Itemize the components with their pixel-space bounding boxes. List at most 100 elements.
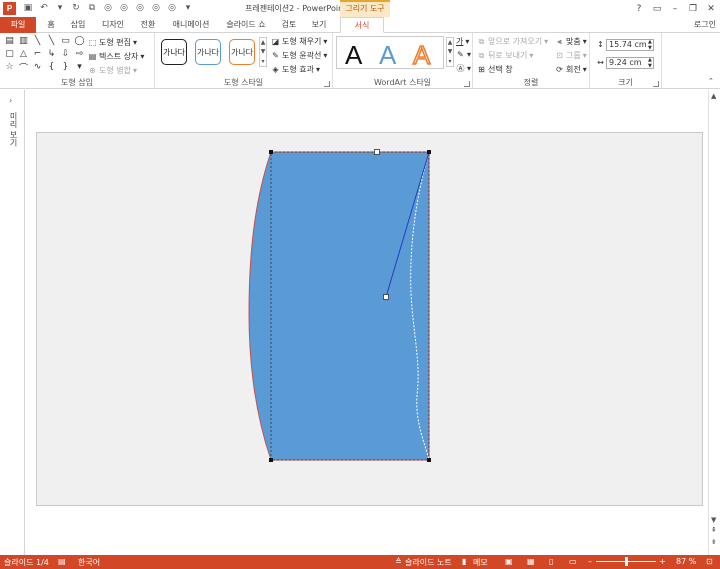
text-fill-button[interactable]: 가 ▾ bbox=[456, 36, 469, 47]
selection-pane-button[interactable]: ⊞ 선택 창 bbox=[477, 64, 512, 75]
line-shape-icon[interactable]: ╲ bbox=[45, 35, 58, 47]
star-shape-icon[interactable]: ☆ bbox=[3, 61, 16, 73]
group-button[interactable]: ⊡ 그룹 ▾ bbox=[555, 50, 587, 61]
tab-review[interactable]: 검토 bbox=[278, 17, 300, 33]
wordart-style-black[interactable]: A bbox=[345, 40, 362, 71]
curve-shape-icon[interactable]: ⌒ bbox=[17, 61, 30, 74]
tab-format[interactable]: 서식 bbox=[340, 17, 384, 33]
zoom-slider-thumb[interactable] bbox=[625, 557, 628, 566]
tab-transitions[interactable]: 전환 bbox=[136, 17, 160, 33]
close-button[interactable]: ✕ bbox=[702, 0, 720, 17]
tab-animations[interactable]: 애니메이션 bbox=[168, 17, 214, 33]
zoom-out-button[interactable]: – bbox=[588, 557, 592, 566]
reading-view-icon[interactable]: ▯ bbox=[549, 557, 553, 566]
align-button[interactable]: ⫷ 맞춤 ▾ bbox=[555, 36, 587, 47]
login-link[interactable]: 로그인 bbox=[694, 19, 716, 30]
vertex-handle[interactable] bbox=[427, 458, 431, 462]
arrow-shape-icon[interactable]: ⇨ bbox=[73, 48, 86, 60]
fit-to-window-icon[interactable]: ⊡ bbox=[706, 557, 713, 566]
dialog-launcher-icon[interactable] bbox=[464, 81, 470, 87]
ribbon-display-icon[interactable]: ▭ bbox=[648, 0, 666, 17]
expand-pane-icon[interactable]: › bbox=[9, 96, 12, 105]
height-spinner-icon[interactable]: ▲ ▼ bbox=[648, 39, 652, 51]
selected-freeform-shape[interactable] bbox=[248, 151, 430, 461]
vertical-scrollbar[interactable]: ▲ ▼ ⇞ ⇟ bbox=[708, 90, 720, 555]
freeform-shape-icon[interactable]: ∿ bbox=[31, 61, 44, 73]
bring-forward-button[interactable]: ⧉ 앞으로 가져오기 ▾ bbox=[477, 36, 548, 47]
tab-slideshow[interactable]: 슬라이드 쇼 bbox=[222, 17, 270, 33]
rounded-rect-shape-icon[interactable]: ▢ bbox=[3, 48, 16, 60]
top-center-handle[interactable] bbox=[374, 149, 380, 155]
shape-icon[interactable]: ◎ bbox=[134, 1, 146, 15]
arrow-shape-icon[interactable]: ⇩ bbox=[59, 48, 72, 60]
connector-shape-icon[interactable]: ⌐ bbox=[31, 48, 44, 60]
edit-shape-button[interactable]: ⬚ 도형 편집 ▾ bbox=[88, 37, 137, 48]
help-button[interactable]: ? bbox=[630, 0, 648, 17]
shape-styles-scroll[interactable]: ▲ ▼ ▾ bbox=[259, 37, 267, 67]
dialog-launcher-icon[interactable] bbox=[653, 81, 659, 87]
more-shapes-icon[interactable]: ▾ bbox=[73, 61, 86, 73]
vertex-handle[interactable] bbox=[269, 150, 273, 154]
slide-canvas[interactable] bbox=[36, 132, 703, 506]
shape-style-swatch-2[interactable]: 가나다 bbox=[195, 39, 221, 65]
from-beginning-icon[interactable]: ⧉ bbox=[86, 1, 98, 15]
collapse-ribbon-icon[interactable]: ⌃ bbox=[708, 77, 714, 85]
oval-shape-icon[interactable]: ◯ bbox=[73, 35, 86, 47]
tab-insert[interactable]: 삽입 bbox=[66, 17, 90, 33]
tab-design[interactable]: 디자인 bbox=[98, 17, 128, 33]
height-field[interactable]: 15.74 cm bbox=[606, 39, 654, 51]
tab-home[interactable]: 홈 bbox=[42, 17, 60, 33]
brace-shape-icon[interactable]: { bbox=[45, 61, 58, 73]
minimize-button[interactable]: – bbox=[666, 0, 684, 17]
send-backward-button[interactable]: ⧉ 뒤로 보내기 ▾ bbox=[477, 50, 534, 61]
shape-icon[interactable]: ◎ bbox=[118, 1, 130, 15]
notes-button[interactable]: 슬라이드 노트 bbox=[405, 557, 452, 568]
wordart-style-orange-outline[interactable]: A bbox=[412, 39, 431, 71]
textbox-vertical-shape-icon[interactable]: ▥ bbox=[17, 35, 30, 47]
width-spinner-icon[interactable]: ▲ ▼ bbox=[648, 57, 652, 69]
zoom-level[interactable]: 87 % bbox=[676, 557, 696, 566]
text-effects-button[interactable]: Ⓐ ▾ bbox=[456, 64, 472, 73]
tab-file[interactable]: 파일 bbox=[0, 17, 36, 33]
language-indicator[interactable]: 한국어 bbox=[78, 557, 100, 568]
zoom-in-button[interactable]: + bbox=[659, 557, 666, 566]
rectangle-shape-icon[interactable]: ▭ bbox=[59, 35, 72, 47]
shape-fill-button[interactable]: ◪ 도형 채우기 ▾ bbox=[271, 36, 328, 47]
vertex-handle[interactable] bbox=[269, 458, 273, 462]
next-slide-icon[interactable]: ⇟ bbox=[711, 538, 717, 546]
shape-effects-button[interactable]: ◈ 도형 효과 ▾ bbox=[271, 64, 320, 75]
slide-sorter-view-icon[interactable]: ▦ bbox=[527, 557, 535, 566]
tab-view[interactable]: 보기 bbox=[308, 17, 330, 33]
comments-button[interactable]: 메모 bbox=[473, 557, 488, 568]
shape-icon[interactable]: ◎ bbox=[102, 1, 114, 15]
restore-button[interactable]: ❐ bbox=[684, 0, 702, 17]
vertex-handle[interactable] bbox=[427, 150, 431, 154]
previous-slide-icon[interactable]: ⇞ bbox=[711, 526, 717, 534]
line-shape-icon[interactable]: ╲ bbox=[31, 35, 44, 47]
save-icon[interactable]: ▣ bbox=[22, 1, 34, 15]
redo-icon[interactable]: ↻ bbox=[70, 1, 82, 15]
shape-style-swatch-1[interactable]: 가나다 bbox=[161, 39, 187, 65]
wordart-style-blue[interactable]: A bbox=[379, 40, 396, 71]
thumbnail-pane-label[interactable]: 미리 보기 bbox=[8, 112, 19, 147]
merge-shapes-button[interactable]: ⊕ 도형 병합 ▾ bbox=[88, 65, 137, 76]
textbox-shape-icon[interactable]: ▤ bbox=[3, 35, 16, 47]
text-outline-button[interactable]: ✎ ▾ bbox=[456, 50, 471, 59]
scroll-up-icon[interactable]: ▲ bbox=[711, 92, 716, 100]
tangent-handle[interactable] bbox=[383, 294, 389, 300]
rotate-button[interactable]: ⟳ 회전 ▾ bbox=[555, 64, 587, 75]
shape-style-swatch-3[interactable]: 가나다 bbox=[229, 39, 255, 65]
shape-icon[interactable]: ◎ bbox=[150, 1, 162, 15]
connector-shape-icon[interactable]: ↳ bbox=[45, 48, 58, 60]
shape-icon[interactable]: ◎ bbox=[166, 1, 178, 15]
slideshow-view-icon[interactable]: ▭ bbox=[569, 557, 577, 566]
normal-view-icon[interactable]: ▣ bbox=[505, 557, 513, 566]
triangle-shape-icon[interactable]: △ bbox=[17, 48, 30, 60]
brace-shape-icon[interactable]: } bbox=[59, 61, 72, 73]
wordart-scroll[interactable]: ▲ ▼ ▾ bbox=[446, 37, 454, 67]
spelling-check-icon[interactable]: ▤ bbox=[58, 557, 66, 566]
dropdown-arrow-icon[interactable]: ▾ bbox=[54, 1, 66, 15]
customize-qat-icon[interactable]: ▾ bbox=[182, 1, 194, 15]
shape-outline-button[interactable]: ✎ 도형 윤곽선 ▾ bbox=[271, 50, 327, 61]
width-field[interactable]: 9.24 cm bbox=[606, 57, 654, 69]
